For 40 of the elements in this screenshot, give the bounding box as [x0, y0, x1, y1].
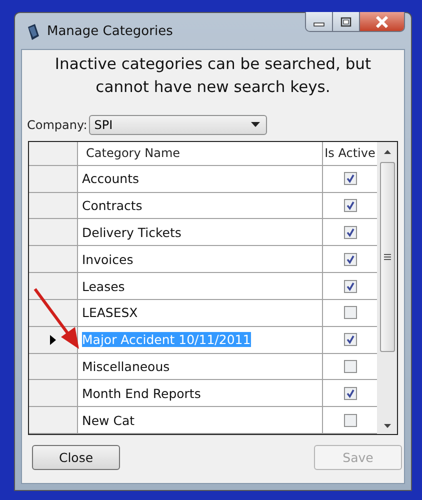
- table-cell: Major Accident 10/11/2011: [82, 332, 251, 348]
- checkbox[interactable]: [344, 199, 356, 212]
- company-label: Company:: [27, 118, 88, 132]
- scroll-down-icon[interactable]: [384, 424, 390, 428]
- table-cell: Miscellaneous: [82, 358, 170, 374]
- table-cell: Leases: [82, 278, 125, 294]
- column-header[interactable]: Category Name: [78, 142, 323, 165]
- checkbox[interactable]: [344, 306, 356, 320]
- checkbox[interactable]: [344, 414, 356, 427]
- table-cell: Invoices: [82, 252, 134, 267]
- table-cell: Delivery Tickets: [82, 224, 182, 240]
- close-icon: [375, 16, 389, 28]
- checkbox[interactable]: [344, 360, 356, 373]
- company-dropdown[interactable]: SPI: [89, 115, 268, 135]
- dropdown-arrow-icon: [251, 122, 260, 128]
- close-button[interactable]: [360, 12, 404, 31]
- column-header[interactable]: Is Active: [323, 142, 377, 165]
- scroll-thumb[interactable]: [380, 162, 394, 352]
- info-message: Inactive categories can be searched, but cannot have new search keys.: [54, 54, 372, 98]
- checkbox[interactable]: [344, 226, 356, 239]
- checkbox[interactable]: [344, 252, 356, 266]
- table-cell: Accounts: [82, 171, 139, 186]
- table-cell: Month End Reports: [82, 386, 201, 401]
- checkbox[interactable]: [344, 333, 356, 346]
- dialog-button[interactable]: Close: [32, 445, 120, 470]
- grip-icon: [384, 254, 390, 260]
- minimize-button[interactable]: [306, 12, 333, 31]
- table-cell: LEASESX: [82, 305, 138, 320]
- table-cell: Contracts: [82, 198, 142, 214]
- annotation-arrow: [34, 288, 79, 349]
- window-title: Manage Categories: [47, 24, 173, 39]
- maximize-button[interactable]: [333, 12, 360, 31]
- scroll-up-icon[interactable]: [384, 150, 390, 154]
- checkbox[interactable]: [344, 386, 356, 400]
- checkbox[interactable]: [344, 172, 356, 186]
- checkbox[interactable]: [344, 280, 356, 292]
- vertical-scrollbar[interactable]: [377, 142, 397, 434]
- table-cell: New Cat: [82, 412, 135, 428]
- maximize-icon: [340, 16, 352, 26]
- app-icon: [25, 23, 41, 41]
